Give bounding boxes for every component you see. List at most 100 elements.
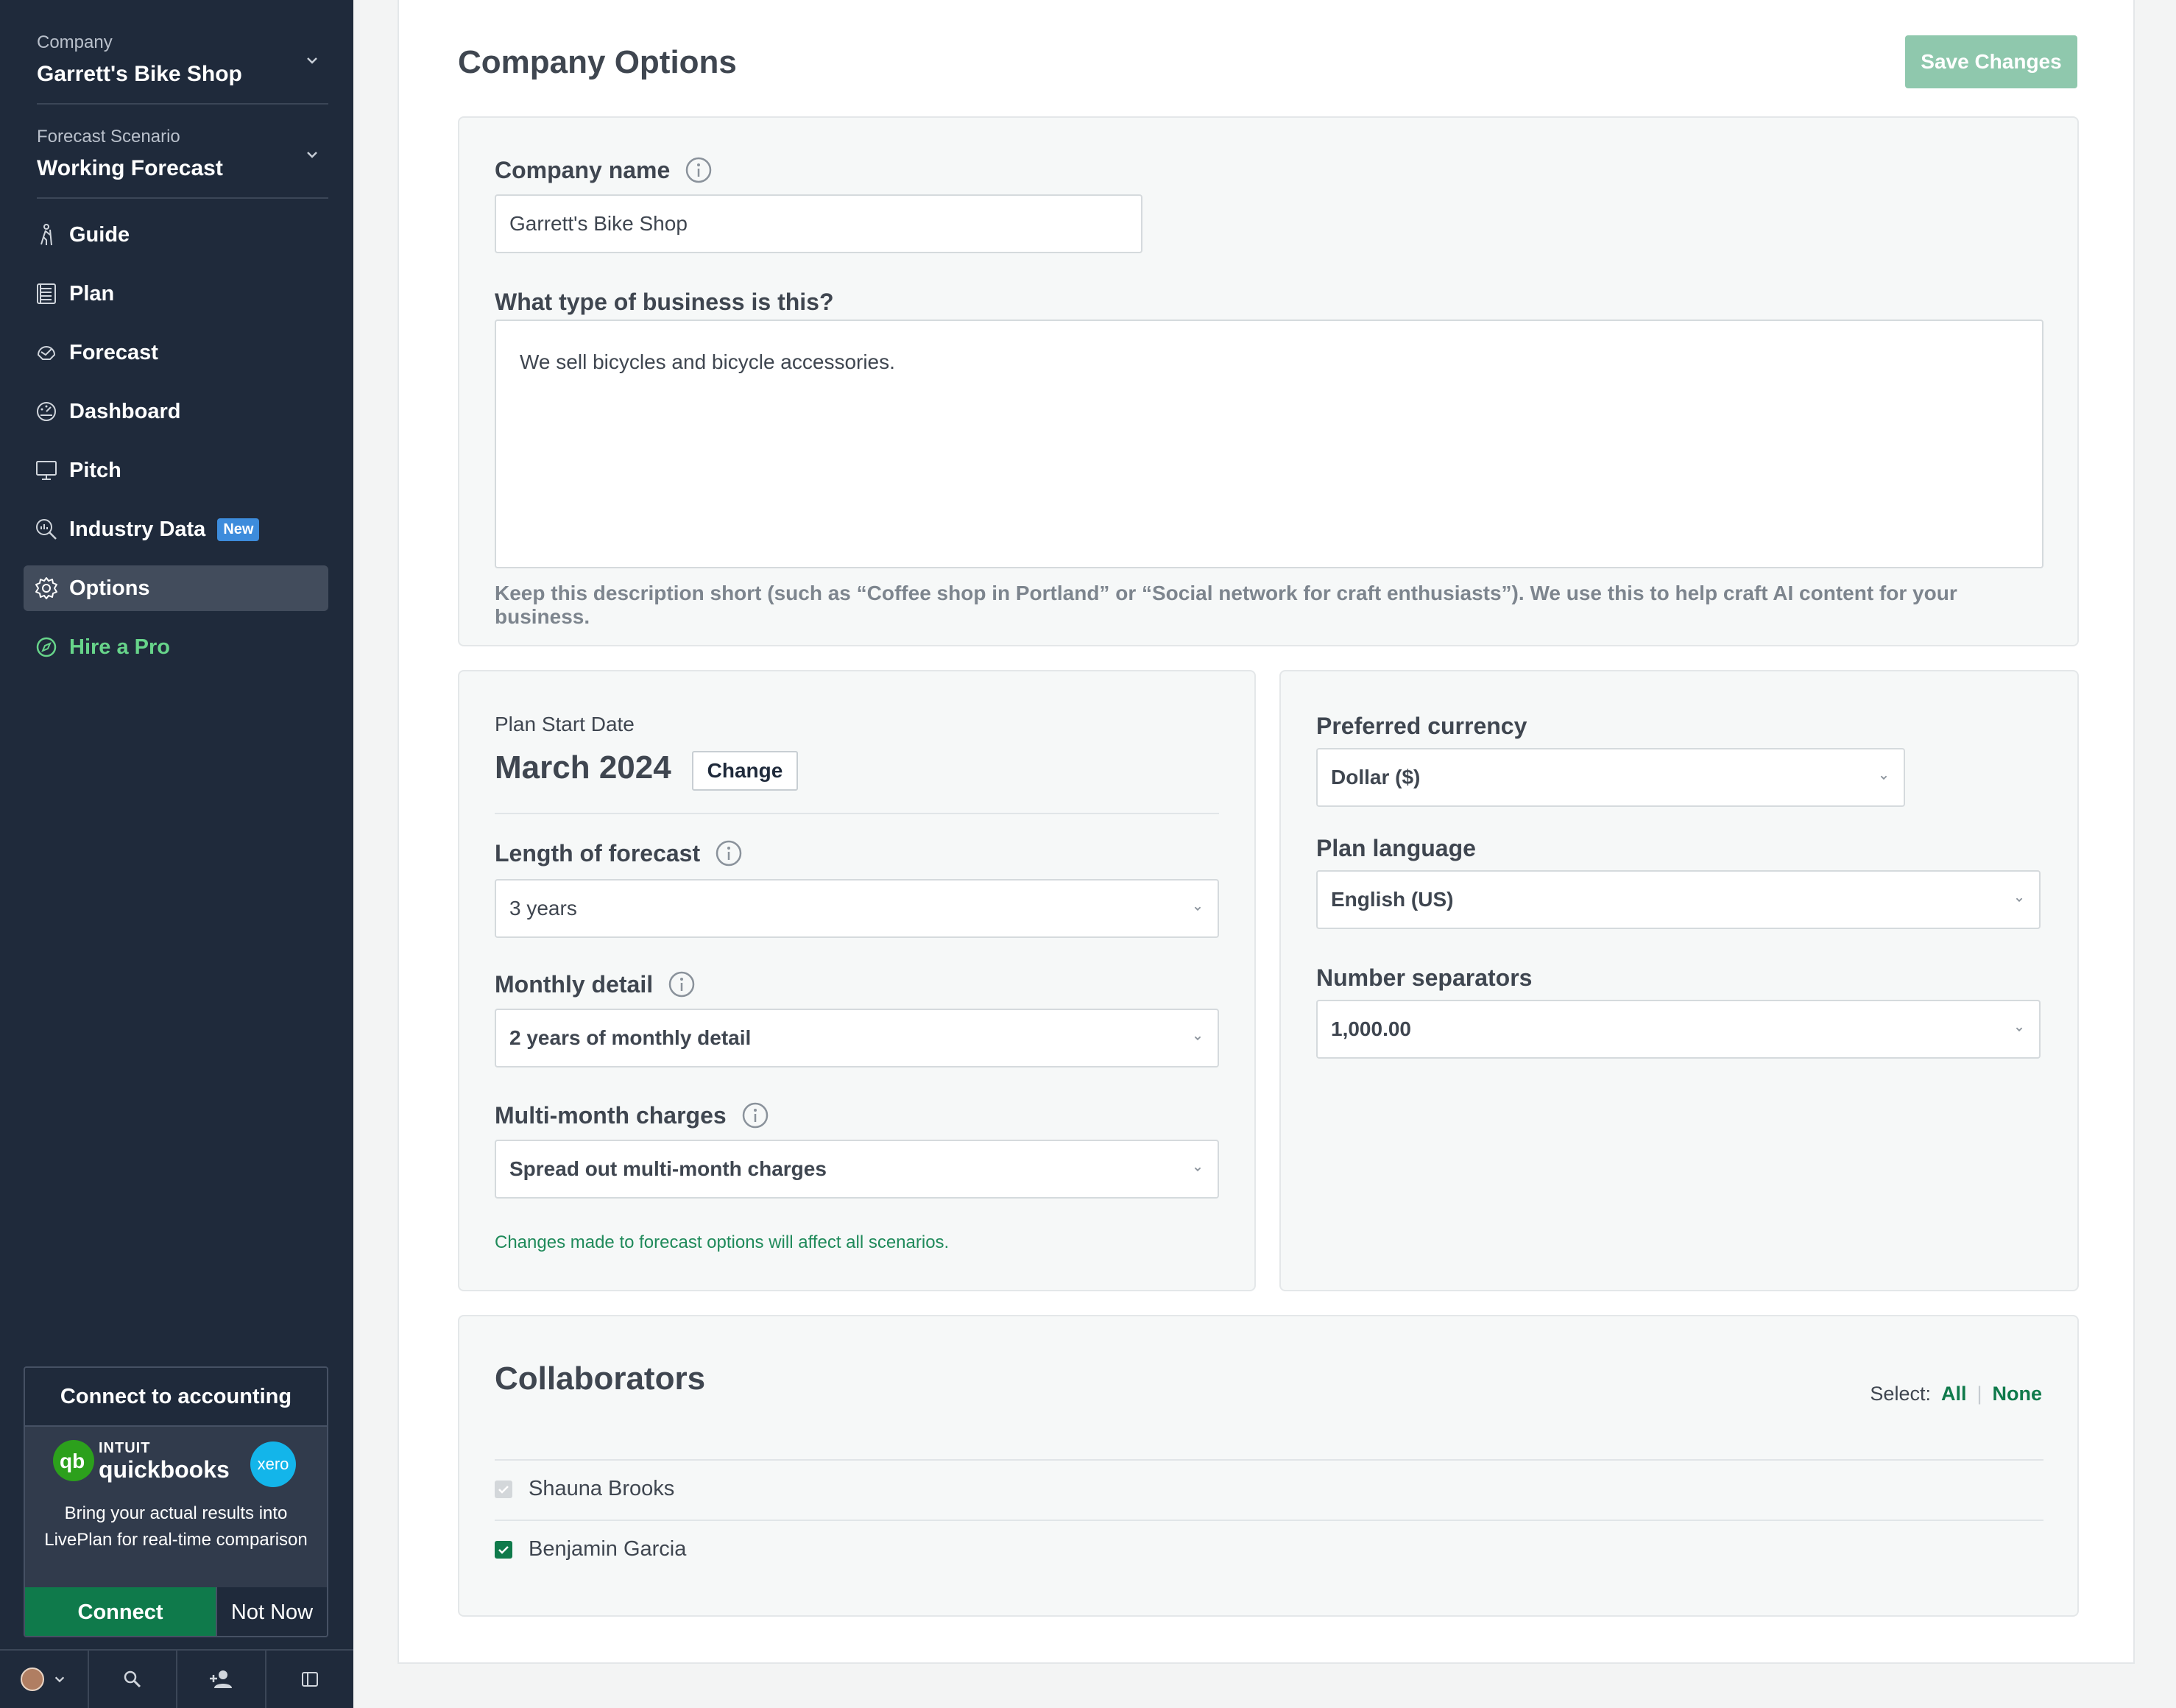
preferred-currency-select[interactable]: Dollar ($) — [1316, 748, 1905, 807]
nav-item-pitch[interactable]: Pitch — [24, 448, 328, 493]
multi-month-charges-label: Multi-month charges — [495, 1101, 769, 1129]
sidebar-bottom-bar — [0, 1649, 353, 1708]
quickbooks-wordmark: quickbooks — [99, 1456, 230, 1483]
intuit-wordmark: INTUIT — [99, 1440, 151, 1456]
info-icon[interactable] — [668, 970, 696, 998]
svg-text:qb: qb — [60, 1450, 85, 1472]
chevron-down-icon — [1194, 1036, 1201, 1041]
gear-icon — [35, 577, 57, 599]
search-icon — [124, 1670, 141, 1688]
scenario-selector-label: Forecast Scenario — [37, 127, 180, 147]
company-selector-value: Garrett's Bike Shop — [37, 62, 242, 86]
plan-document-icon — [37, 283, 56, 304]
collaborators-card: Collaborators Select: All | None Shauna … — [458, 1315, 2079, 1617]
business-type-label: What type of business is this? — [495, 289, 834, 315]
compass-icon — [36, 637, 57, 657]
dashboard-gauge-icon — [37, 402, 56, 421]
length-of-forecast-value: 3 years — [509, 897, 577, 920]
preferred-currency-label: Preferred currency — [1316, 713, 1527, 739]
not-now-button[interactable]: Not Now — [216, 1587, 327, 1636]
divider — [495, 1520, 2043, 1521]
save-changes-button[interactable]: Save Changes — [1905, 35, 2077, 88]
nav-item-industry-data[interactable]: Industry Data New — [24, 507, 328, 552]
collaborator-checkbox[interactable] — [495, 1480, 512, 1498]
preferences-card: Preferred currency Dollar ($) Plan langu… — [1279, 670, 2079, 1291]
add-collaborator-button[interactable] — [177, 1651, 266, 1708]
hiker-icon — [40, 224, 52, 246]
select-all-none: Select: All | None — [1870, 1383, 2042, 1405]
chevron-down-icon — [1194, 906, 1201, 911]
new-badge: New — [217, 518, 260, 541]
business-type-textarea[interactable]: We sell bicycles and bicycle accessories… — [495, 320, 2043, 568]
company-selector-label: Company — [37, 32, 113, 52]
user-menu-button[interactable] — [0, 1651, 89, 1708]
monthly-detail-value: 2 years of monthly detail — [509, 1026, 752, 1049]
plan-language-select[interactable]: English (US) — [1316, 870, 2041, 929]
collaborators-title: Collaborators — [495, 1361, 706, 1397]
company-name-input[interactable]: Garrett's Bike Shop — [495, 194, 1142, 253]
nav-item-label: Dashboard — [69, 399, 181, 423]
chevron-down-icon — [307, 57, 317, 64]
collaborator-name: Shauna Brooks — [529, 1477, 675, 1500]
chevron-down-icon — [1880, 775, 1887, 780]
info-icon[interactable] — [685, 156, 713, 184]
page-title: Company Options — [458, 44, 737, 80]
select-none-link[interactable]: None — [1993, 1383, 2043, 1405]
collaborator-name: Benjamin Garcia — [529, 1537, 687, 1561]
divider — [495, 813, 1219, 814]
nav-item-label: Pitch — [69, 458, 121, 482]
main-content: Company Options Save Changes Company nam… — [398, 0, 2135, 1664]
nav-item-hire-a-pro[interactable]: Hire a Pro — [24, 624, 328, 670]
nav-item-label: Guide — [69, 222, 130, 247]
sidebar-toggle-icon — [301, 1672, 318, 1687]
collaborator-row: Benjamin Garcia — [495, 1537, 686, 1561]
company-name-label: Company name — [495, 156, 713, 184]
search-button[interactable] — [89, 1651, 177, 1708]
toggle-sidebar-button[interactable] — [266, 1651, 354, 1708]
multi-month-charges-select[interactable]: Spread out multi-month charges — [495, 1140, 1219, 1199]
nav-item-label: Forecast — [69, 340, 158, 364]
company-card: Company name Garrett's Bike Shop What ty… — [458, 116, 2079, 646]
info-icon[interactable] — [715, 839, 743, 867]
nav-item-label: Plan — [69, 281, 115, 306]
separator: | — [1977, 1383, 1982, 1405]
nav-item-plan[interactable]: Plan — [24, 271, 328, 317]
forecast-options-card: Plan Start Date March 2024 Change Length… — [458, 670, 1256, 1291]
connect-button[interactable]: Connect — [25, 1587, 216, 1636]
plan-start-value: March 2024 — [495, 749, 671, 786]
number-separators-select[interactable]: 1,000.00 — [1316, 1000, 2041, 1059]
number-separators-label: Number separators — [1316, 964, 1533, 991]
plan-language-label: Plan language — [1316, 835, 1476, 861]
collaborator-row: Shauna Brooks — [495, 1477, 674, 1501]
forecast-icon — [37, 346, 56, 360]
select-all-link[interactable]: All — [1941, 1383, 1967, 1405]
plan-language-value: English (US) — [1331, 888, 1454, 911]
connect-accounting-description: Bring your actual results into LivePlan … — [44, 1503, 308, 1550]
info-icon[interactable] — [741, 1101, 769, 1129]
monitor-icon — [36, 461, 57, 480]
nav-item-forecast[interactable]: Forecast — [24, 330, 328, 375]
scenario-selector[interactable]: Forecast Scenario Working Forecast — [37, 105, 328, 199]
length-of-forecast-select[interactable]: 3 years — [495, 879, 1219, 938]
plan-start-label: Plan Start Date — [495, 713, 635, 735]
chevron-down-icon — [2016, 897, 2023, 903]
nav-item-label: Industry Data — [69, 517, 206, 541]
nav-item-label: Hire a Pro — [69, 635, 170, 659]
nav-item-options[interactable]: Options — [24, 565, 328, 611]
monthly-detail-select[interactable]: 2 years of monthly detail — [495, 1009, 1219, 1068]
chevron-down-icon — [2016, 1027, 2023, 1032]
company-selector[interactable]: Company Garrett's Bike Shop — [37, 10, 328, 105]
checkmark-icon — [498, 1485, 509, 1494]
nav-item-dashboard[interactable]: Dashboard — [24, 389, 328, 434]
nav-item-guide[interactable]: Guide — [24, 212, 328, 258]
change-start-date-button[interactable]: Change — [692, 751, 798, 791]
add-user-icon — [210, 1670, 233, 1688]
business-type-hint: Keep this description short (such as “Co… — [495, 582, 1957, 628]
chevron-down-icon — [1194, 1167, 1201, 1172]
quickbooks-logo-icon: qb — [53, 1440, 94, 1481]
collaborator-checkbox[interactable] — [495, 1540, 512, 1559]
multi-month-charges-value: Spread out multi-month charges — [509, 1157, 827, 1180]
connect-accounting-panel: Connect to accounting qb INTUIT quickboo… — [24, 1366, 328, 1637]
magnify-chart-icon — [36, 519, 57, 540]
checkmark-icon — [498, 1545, 509, 1554]
